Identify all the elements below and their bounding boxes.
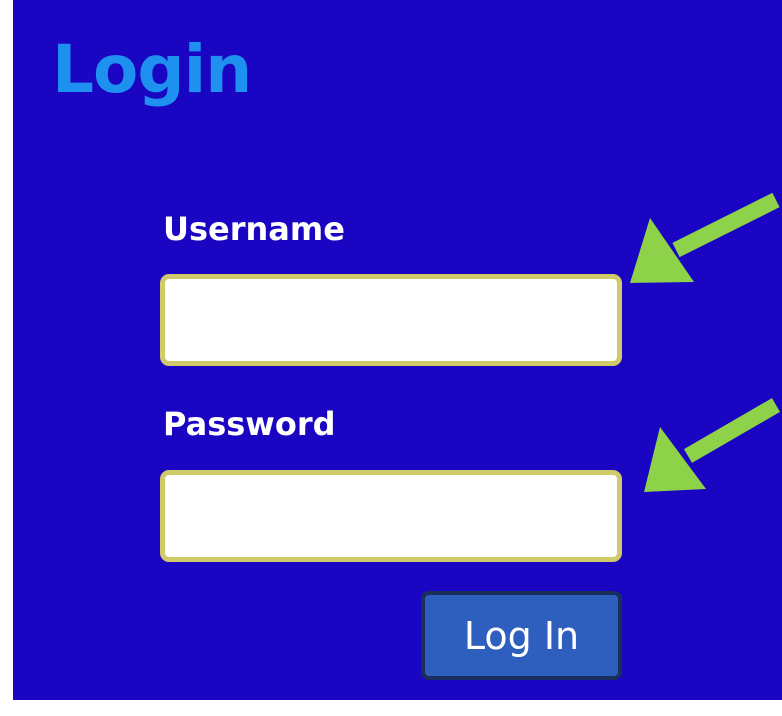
password-label: Password	[163, 405, 336, 443]
page-title: Login	[52, 31, 252, 108]
username-input[interactable]	[160, 274, 622, 366]
login-button[interactable]: Log In	[421, 591, 622, 680]
password-input[interactable]	[160, 470, 622, 562]
username-label: Username	[163, 210, 345, 248]
